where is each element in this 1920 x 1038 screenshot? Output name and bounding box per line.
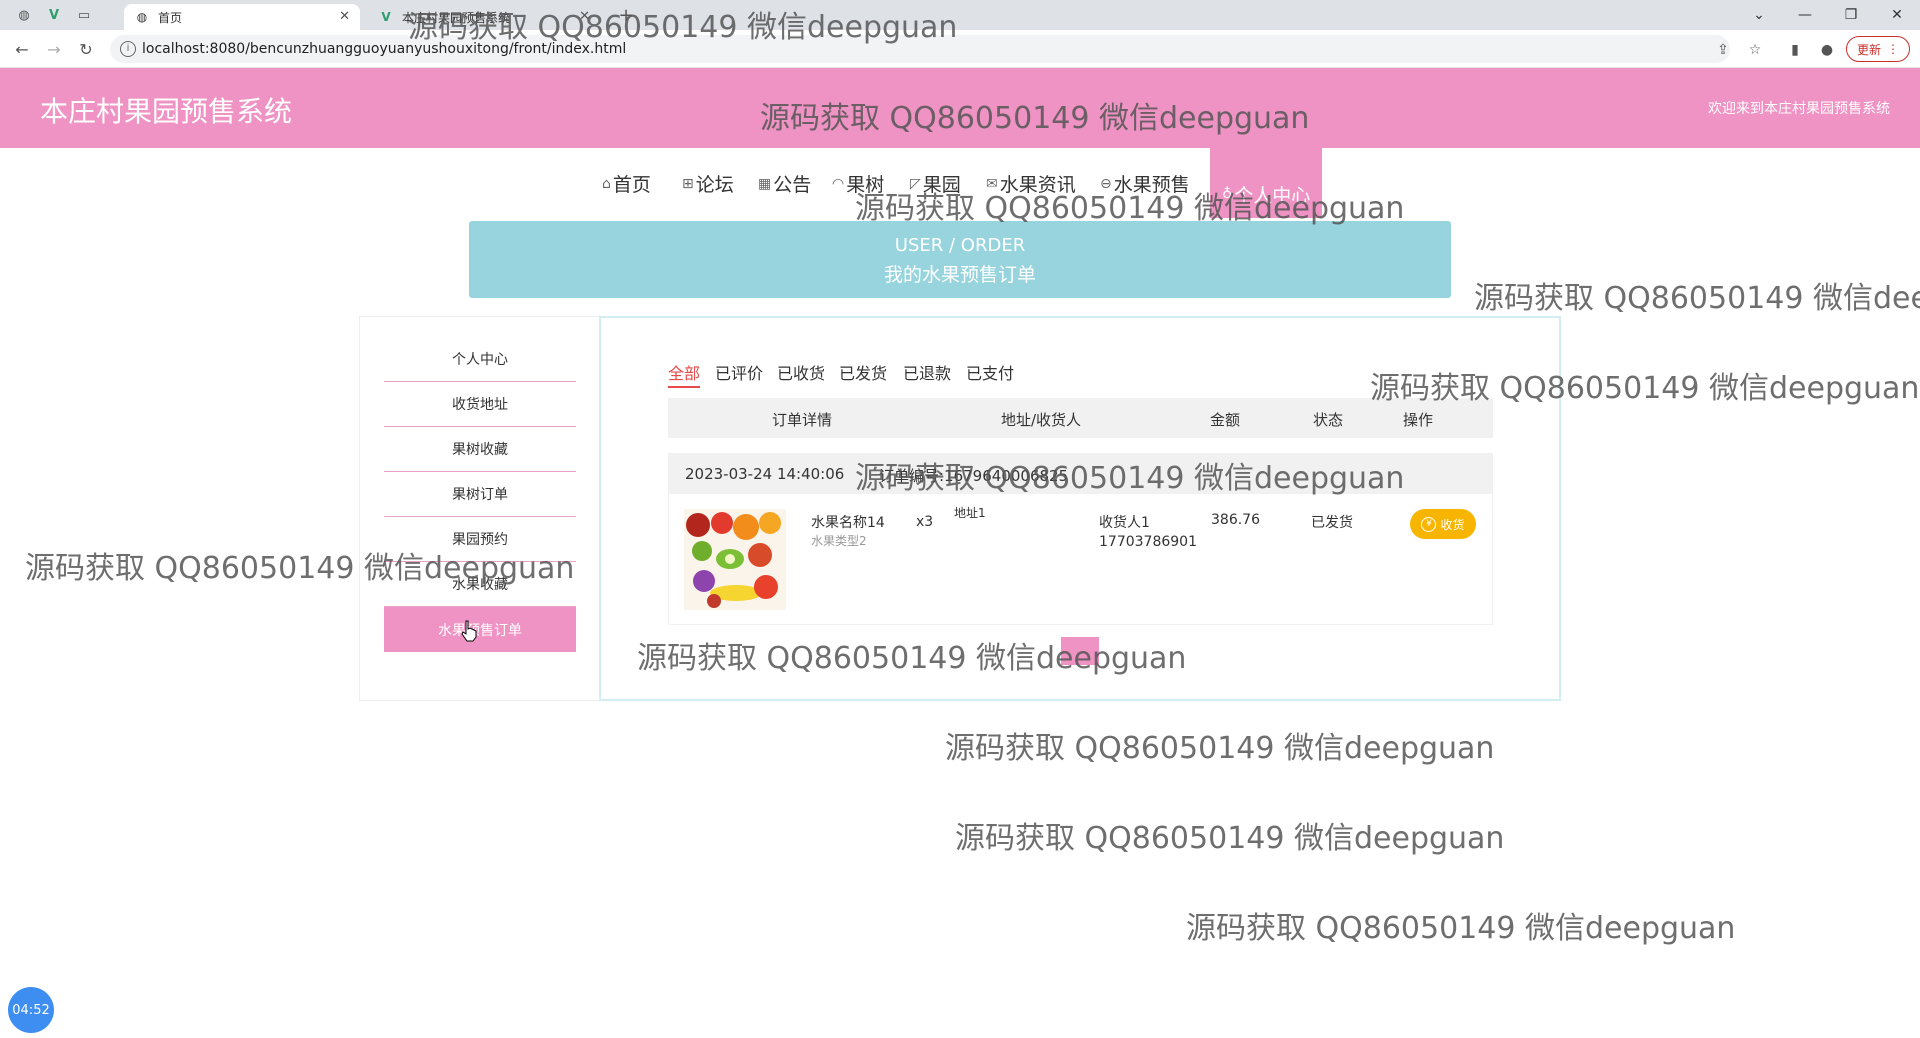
sidebar-item-label: 果树收藏 bbox=[452, 442, 508, 458]
share-icon[interactable]: ⇪ bbox=[1712, 39, 1734, 61]
notice-icon: ▦ bbox=[758, 175, 772, 192]
more-icon: ⋮ bbox=[1887, 42, 1899, 56]
nav-home[interactable]: ⌂ 首页 bbox=[602, 170, 651, 197]
star-icon[interactable]: ☆ bbox=[1744, 39, 1766, 61]
tree-icon: ◠ bbox=[832, 175, 845, 192]
profile-icon[interactable]: ● bbox=[1816, 39, 1838, 61]
watermark: 源码获取 QQ86050149 微信deepguan bbox=[760, 101, 1310, 136]
receive-label: 收货 bbox=[1440, 517, 1465, 532]
column-address-receiver: 地址/收货人 bbox=[1001, 411, 1082, 429]
tab-refunded[interactable]: 已退款 bbox=[903, 360, 951, 384]
watermark: 源码获取 QQ86050149 微信deepguan bbox=[408, 10, 958, 45]
column-status: 状态 bbox=[1313, 411, 1344, 429]
tab-label: 首页 bbox=[158, 10, 183, 25]
reload-icon[interactable]: ↻ bbox=[74, 38, 98, 60]
banner-title-cn: 我的水果预售订单 bbox=[883, 264, 1036, 286]
close-icon[interactable]: ✕ bbox=[339, 9, 350, 24]
order-time: 2023-03-24 14:40:06 bbox=[685, 465, 845, 483]
close-window-icon[interactable]: ✕ bbox=[1874, 2, 1920, 28]
watermark: 源码获取 QQ86050149 微信deepguan bbox=[1474, 281, 1920, 316]
update-label: 更新 bbox=[1856, 42, 1881, 57]
product-type: 水果类型2 bbox=[811, 534, 867, 548]
tab-search-icon[interactable]: ⌄ bbox=[1736, 2, 1782, 28]
watermark: 源码获取 QQ86050149 微信deepguan bbox=[855, 191, 1405, 226]
sidebar-item-address[interactable]: 收货地址 bbox=[384, 382, 576, 427]
sidebar-item-tree-orders[interactable]: 果树订单 bbox=[384, 472, 576, 517]
forward-icon[interactable]: → bbox=[42, 38, 66, 60]
tab-shipped[interactable]: 已发货 bbox=[839, 360, 887, 384]
watermark: 源码获取 QQ86050149 微信deepguan bbox=[1370, 371, 1920, 406]
globe-icon: ◍ bbox=[136, 10, 148, 24]
restore-icon[interactable]: ❐ bbox=[1828, 2, 1874, 28]
globe-icon[interactable]: ◍ bbox=[14, 5, 34, 25]
browser-tab-bar: ◍ V ▭ ◍ 首页 ✕ V 本庄村果园预售系统 ✕ + ⌄ — ❐ ✕ bbox=[0, 0, 1920, 30]
welcome-text: 欢迎来到本庄村果园预售系统 bbox=[1708, 101, 1890, 117]
forum-icon: ⊞ bbox=[682, 175, 694, 192]
nav-label: 首页 bbox=[612, 174, 651, 196]
home-icon: ⌂ bbox=[602, 175, 611, 192]
sidebar-item-label: 收货地址 bbox=[452, 397, 508, 413]
vue-icon[interactable]: V bbox=[44, 5, 64, 25]
nav-forum[interactable]: ⊞ 论坛 bbox=[682, 170, 734, 197]
site-title: 本庄村果园预售系统 bbox=[40, 95, 293, 128]
column-action: 操作 bbox=[1403, 411, 1434, 429]
tab-reviewed[interactable]: 已评价 bbox=[715, 360, 763, 384]
product-quantity: x3 bbox=[916, 514, 934, 530]
watermark: 源码获取 QQ86050149 微信deepguan bbox=[1186, 911, 1736, 946]
banner-title-en: USER / ORDER bbox=[894, 235, 1026, 256]
page-banner: USER / ORDER 我的水果预售订单 bbox=[469, 221, 1451, 298]
column-order-detail: 订单详情 bbox=[772, 411, 833, 429]
sidebar-item-label: 果树订单 bbox=[452, 487, 508, 503]
back-icon[interactable]: ← bbox=[10, 38, 34, 60]
address-bar: ← → ↻ i localhost:8080/bencunzhuangguoyu… bbox=[0, 30, 1920, 68]
blank-tab-icon[interactable]: ▭ bbox=[74, 5, 94, 25]
tab-all[interactable]: 全部 bbox=[668, 360, 701, 388]
sidepanel-icon[interactable]: ▮ bbox=[1784, 39, 1806, 61]
watermark: 源码获取 QQ86050149 微信deepguan bbox=[955, 821, 1505, 856]
sidebar-item-presale-orders[interactable]: 水果预售订单 bbox=[384, 607, 576, 652]
recording-timer: 04:52 bbox=[8, 987, 54, 1033]
hand-cursor-icon bbox=[461, 620, 477, 642]
order-address: 地址1 bbox=[954, 506, 986, 520]
info-icon[interactable]: i bbox=[120, 41, 136, 57]
watermark: 源码获取 QQ86050149 微信deepguan bbox=[25, 551, 575, 586]
sidebar-item-label: 个人中心 bbox=[452, 352, 508, 368]
update-button[interactable]: 更新 ⋮ bbox=[1846, 36, 1910, 62]
nav-label: 论坛 bbox=[695, 174, 734, 196]
sidebar-item-tree-favorites[interactable]: 果树收藏 bbox=[384, 427, 576, 472]
product-image[interactable] bbox=[684, 509, 786, 610]
product-name: 水果名称14 bbox=[811, 515, 885, 531]
user-sidebar: 个人中心 收货地址 果树收藏 果树订单 果园预约 水果收藏 水果预售订单 bbox=[359, 316, 599, 701]
receiver-name: 收货人1 bbox=[1099, 515, 1150, 531]
order-status: 已发货 bbox=[1311, 515, 1353, 531]
vue-icon: V bbox=[381, 10, 391, 24]
watermark: 源码获取 QQ86050149 微信deepguan bbox=[945, 731, 1495, 766]
receive-button[interactable]: ¥ 收货 bbox=[1410, 509, 1476, 539]
minimize-icon[interactable]: — bbox=[1782, 2, 1828, 28]
nav-label: 公告 bbox=[773, 174, 812, 196]
browser-tab-home[interactable]: ◍ 首页 ✕ bbox=[124, 4, 360, 30]
column-amount: 金额 bbox=[1210, 411, 1241, 429]
receiver-phone: 17703786901 bbox=[1099, 534, 1197, 550]
yen-icon: ¥ bbox=[1421, 516, 1437, 532]
nav-notice[interactable]: ▦ 公告 bbox=[758, 170, 811, 197]
order-amount: 386.76 bbox=[1211, 512, 1260, 528]
tab-received[interactable]: 已收货 bbox=[777, 360, 825, 384]
tab-paid[interactable]: 已支付 bbox=[966, 360, 1014, 384]
sidebar-item-user-center[interactable]: 个人中心 bbox=[384, 337, 576, 382]
watermark: 源码获取 QQ86050149 微信deepguan bbox=[637, 641, 1187, 676]
sidebar-item-label: 水果预售订单 bbox=[438, 622, 522, 639]
watermark: 源码获取 QQ86050149 微信deepguan bbox=[855, 461, 1405, 496]
